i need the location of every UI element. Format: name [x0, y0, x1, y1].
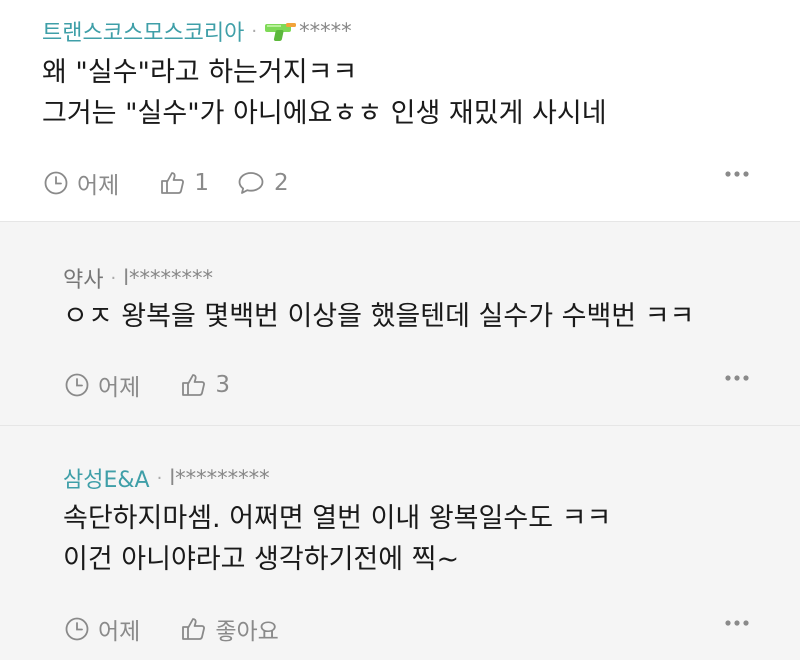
comment-line: ㅇㅈ 왕복을 몇백번 이상을 했을텐데 실수가 수백번 ㅋㅋ — [63, 301, 695, 332]
thumbs-up-icon — [161, 172, 185, 194]
author-name[interactable]: 트랜스코스모스코리아 — [42, 15, 244, 47]
reply-count: 2 — [273, 170, 289, 196]
like-label: 좋아요 — [215, 619, 279, 645]
comment-header: 약사 · l******** — [63, 262, 213, 294]
time-text: 어제 — [98, 619, 141, 645]
time-text: 어제 — [77, 173, 120, 199]
author-name[interactable]: 약사 — [63, 262, 103, 294]
time-stamp: 어제 — [65, 368, 140, 402]
comment-actions: 어제 1 2 — [44, 166, 323, 200]
author-id: ***** — [299, 19, 352, 43]
time-stamp: 어제 — [44, 166, 119, 200]
comment-header: 삼성E&A · l********* — [63, 462, 270, 494]
time-stamp: 어제 — [65, 612, 140, 646]
separator-dot: · — [251, 20, 258, 42]
water-gun-emoji-icon — [265, 23, 297, 41]
comment-text: 속단하지마셈. 어쩌면 열번 이내 왕복일수도 ㅋㅋ 이건 아니야라고 생각하기… — [63, 498, 611, 580]
like-button[interactable]: 3 — [180, 372, 230, 398]
like-count: 3 — [215, 372, 230, 398]
reply-comment-2: 삼성E&A · l********* 속단하지마셈. 어쩌면 열번 이내 왕복일… — [0, 425, 800, 660]
comment-1: 트랜스코스모스코리아 · ***** 왜 "실수"라고 하는거지ㅋㅋ 그거는 "… — [0, 0, 800, 222]
author-name[interactable]: 삼성E&A — [63, 462, 150, 494]
author-id: l******** — [123, 266, 214, 290]
speech-bubble-icon — [238, 172, 264, 194]
clock-icon — [44, 171, 68, 195]
like-button[interactable]: 좋아요 — [180, 612, 279, 646]
comment-text: 왜 "실수"라고 하는거지ㅋㅋ 그거는 "실수"가 아니에요ㅎㅎ 인생 재밌게 … — [42, 52, 607, 134]
thumbs-up-icon — [182, 618, 206, 640]
comment-header: 트랜스코스모스코리아 · ***** — [42, 15, 352, 47]
time-text: 어제 — [98, 375, 141, 401]
reply-button[interactable]: 2 — [237, 170, 289, 196]
reply-comment-1: 약사 · l******** ㅇㅈ 왕복을 몇백번 이상을 했을텐데 실수가 수… — [0, 222, 800, 425]
like-button[interactable]: 1 — [159, 170, 209, 196]
comment-line: 속단하지마셈. 어쩌면 열번 이내 왕복일수도 ㅋㅋ — [63, 503, 612, 534]
author-id: l********* — [169, 466, 270, 490]
clock-icon — [65, 617, 89, 641]
like-count: 1 — [194, 170, 209, 196]
clock-icon — [65, 373, 89, 397]
comment-line: 왜 "실수"라고 하는거지ㅋㅋ — [42, 57, 358, 88]
separator-dot: · — [110, 267, 117, 289]
more-dots-icon[interactable] — [724, 170, 750, 178]
more-dots-icon[interactable] — [724, 619, 750, 627]
comment-actions: 어제 좋아요 — [65, 612, 313, 646]
thumbs-up-icon — [182, 374, 206, 396]
comment-actions: 어제 3 — [65, 368, 264, 402]
separator-dot: · — [156, 467, 163, 489]
comment-line: 이건 아니야라고 생각하기전에 찍~ — [63, 544, 460, 575]
more-dots-icon[interactable] — [724, 374, 750, 382]
comment-text: ㅇㅈ 왕복을 몇백번 이상을 했을텐데 실수가 수백번 ㅋㅋ — [63, 296, 694, 337]
comment-line: 그거는 "실수"가 아니에요ㅎㅎ 인생 재밌게 사시네 — [42, 98, 607, 129]
